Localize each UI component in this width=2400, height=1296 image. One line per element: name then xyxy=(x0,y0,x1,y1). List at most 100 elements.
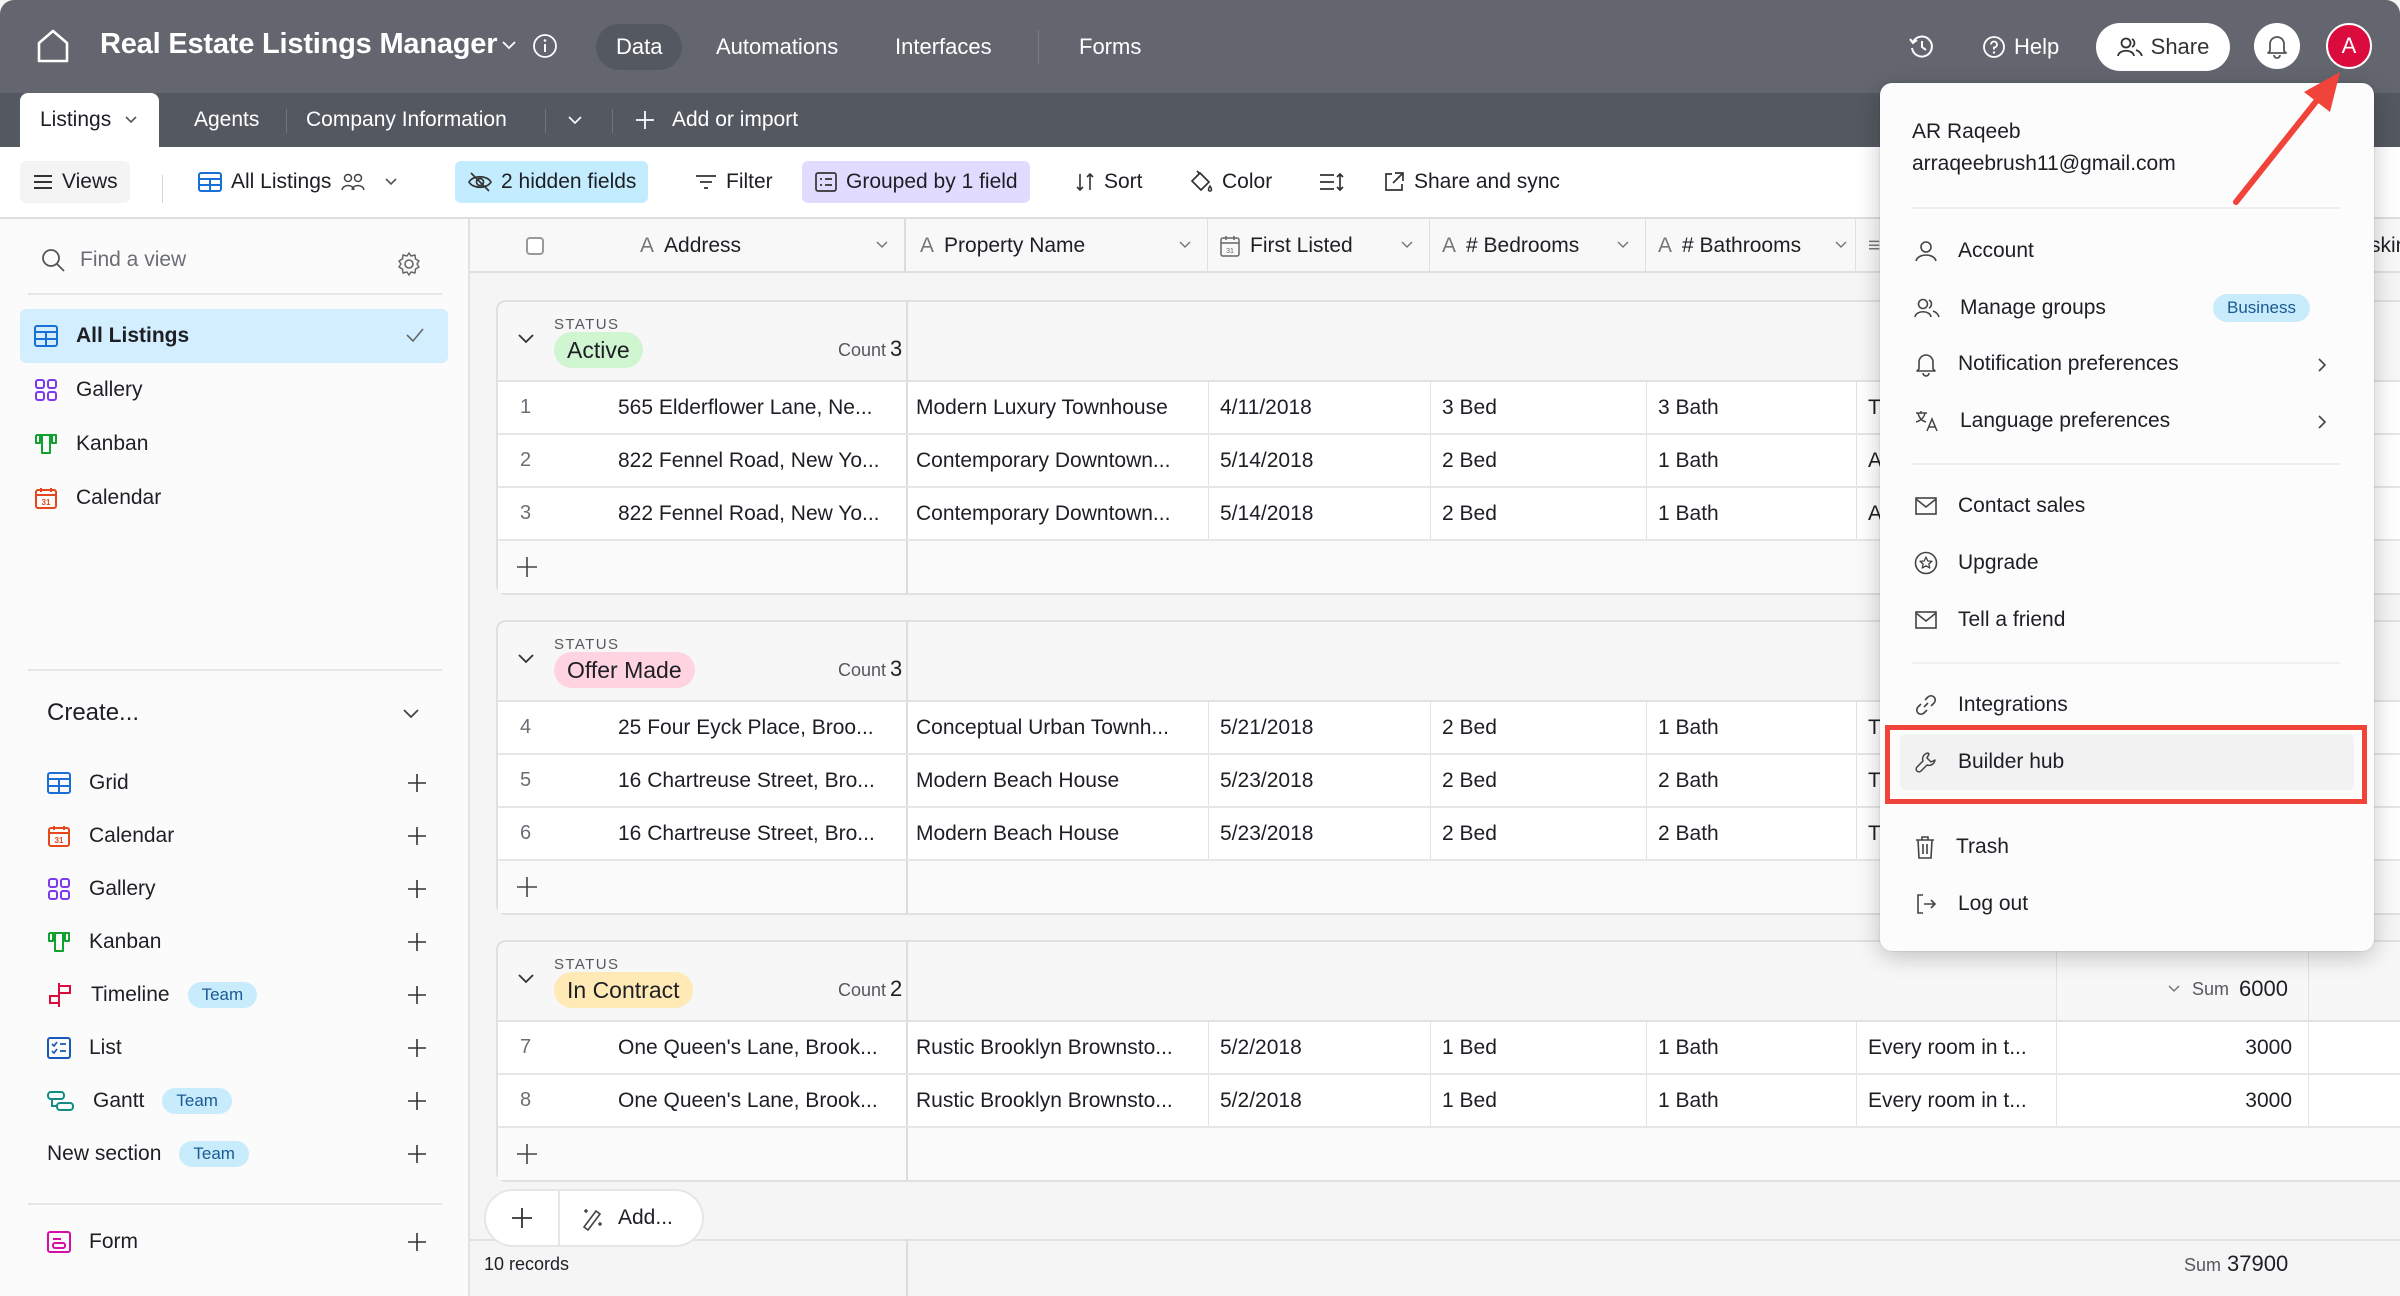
history-icon[interactable] xyxy=(1908,33,1936,61)
chevron-down-icon[interactable] xyxy=(1177,239,1193,251)
cell-bedrooms[interactable]: 3 Bed xyxy=(1442,382,1497,433)
hide-fields-button[interactable]: 2 hidden fields xyxy=(455,161,649,203)
sidebar-view-calendar[interactable]: 31 Calendar xyxy=(20,471,448,525)
tab-listings[interactable]: Listings xyxy=(20,93,160,147)
menu-item-trash[interactable]: Trash xyxy=(1900,819,2354,875)
cell-bedrooms[interactable]: 2 Bed xyxy=(1442,435,1497,486)
cell-address[interactable]: 16 Chartreuse Street, Bro... xyxy=(618,755,900,806)
column-header-property-name[interactable]: A Property Name xyxy=(908,219,1208,273)
create-form[interactable]: Form xyxy=(47,1222,427,1262)
select-all-checkbox[interactable] xyxy=(526,237,544,255)
cell-address[interactable]: 822 Fennel Road, New Yo... xyxy=(618,488,900,539)
cell-price[interactable]: 3000 xyxy=(2058,1022,2292,1073)
cell-bedrooms[interactable]: 1 Bed xyxy=(1442,1022,1497,1073)
cell-property-name[interactable]: Contemporary Downtown... xyxy=(916,488,1204,539)
cell-first-listed[interactable]: 5/14/2018 xyxy=(1220,435,1313,486)
info-icon[interactable] xyxy=(532,33,558,59)
add-or-import-button[interactable]: Add or import xyxy=(634,93,798,147)
help-button[interactable]: Help xyxy=(1982,30,2059,64)
create-new-section[interactable]: New section Team xyxy=(47,1134,427,1174)
cell-bathrooms[interactable]: 2 Bath xyxy=(1658,808,1719,859)
menu-item-log-out[interactable]: Log out xyxy=(1900,876,2354,932)
cell-first-listed[interactable]: 5/14/2018 xyxy=(1220,488,1313,539)
cell-property-name[interactable]: Rustic Brooklyn Brownsto... xyxy=(916,1075,1204,1126)
menu-item-contact-sales[interactable]: Contact sales xyxy=(1900,478,2354,534)
table-row[interactable]: 8 One Queen's Lane, Brook... Rustic Broo… xyxy=(498,1075,2400,1128)
collapse-group-icon[interactable] xyxy=(516,652,536,666)
cell-bathrooms[interactable]: 1 Bath xyxy=(1658,488,1719,539)
column-header-partial[interactable]: skin xyxy=(2370,219,2400,273)
find-view-input[interactable]: Find a view xyxy=(40,247,186,273)
color-button[interactable]: Color xyxy=(1176,161,1284,203)
cell-description[interactable]: T xyxy=(1868,382,1881,433)
filter-button[interactable]: Filter xyxy=(682,161,785,203)
cell-price[interactable]: 3000 xyxy=(2058,1075,2292,1126)
cell-address[interactable]: One Queen's Lane, Brook... xyxy=(618,1075,900,1126)
cell-bedrooms[interactable]: 2 Bed xyxy=(1442,755,1497,806)
add-with-ai-button[interactable]: Add... xyxy=(560,1205,673,1231)
home-icon[interactable] xyxy=(34,27,72,65)
cell-first-listed[interactable]: 5/23/2018 xyxy=(1220,808,1313,859)
menu-item-account[interactable]: Account xyxy=(1900,223,2354,279)
cell-description[interactable]: T xyxy=(1868,702,1881,753)
sidebar-view-all-listings[interactable]: All Listings xyxy=(20,309,448,363)
chevron-down-icon[interactable] xyxy=(1615,239,1631,251)
create-kanban[interactable]: Kanban xyxy=(47,922,427,962)
cell-bathrooms[interactable]: 1 Bath xyxy=(1658,1022,1719,1073)
add-record-row[interactable] xyxy=(498,1128,2400,1180)
cell-bathrooms[interactable]: 3 Bath xyxy=(1658,382,1719,433)
cell-description[interactable]: T xyxy=(1868,808,1881,859)
cell-description[interactable]: Every room in t... xyxy=(1868,1075,2048,1126)
group-button[interactable]: Grouped by 1 field xyxy=(802,161,1030,203)
table-row[interactable]: 7 One Queen's Lane, Brook... Rustic Broo… xyxy=(498,1022,2400,1075)
chevron-down-icon[interactable] xyxy=(1399,239,1415,251)
collapse-group-icon[interactable] xyxy=(516,332,536,346)
cell-description[interactable]: Every room in t... xyxy=(1868,1022,2048,1073)
cell-property-name[interactable]: Conceptual Urban Townh... xyxy=(916,702,1204,753)
cell-first-listed[interactable]: 5/2/2018 xyxy=(1220,1022,1302,1073)
create-gantt[interactable]: Gantt Team xyxy=(47,1081,427,1121)
cell-first-listed[interactable]: 5/21/2018 xyxy=(1220,702,1313,753)
column-header-bathrooms[interactable]: A # Bathrooms xyxy=(1646,219,1856,273)
sidebar-view-kanban[interactable]: Kanban xyxy=(20,417,448,471)
create-gallery[interactable]: Gallery xyxy=(47,869,427,909)
sidebar-view-gallery[interactable]: Gallery xyxy=(20,363,448,417)
share-button[interactable]: Share xyxy=(2096,23,2230,71)
menu-item-upgrade[interactable]: Upgrade xyxy=(1900,535,2354,591)
tab-company-information[interactable]: Company Information xyxy=(306,93,507,147)
tab-agents[interactable]: Agents xyxy=(194,93,259,147)
cell-property-name[interactable]: Modern Beach House xyxy=(916,755,1204,806)
cell-bathrooms[interactable]: 1 Bath xyxy=(1658,1075,1719,1126)
cell-bedrooms[interactable]: 2 Bed xyxy=(1442,702,1497,753)
column-header-bedrooms[interactable]: A # Bedrooms xyxy=(1430,219,1646,273)
cell-address[interactable]: 565 Elderflower Lane, Ne... xyxy=(618,382,900,433)
group-sum[interactable]: Sum 6000 xyxy=(2166,976,2288,1002)
menu-item-manage-groups[interactable]: Manage groups Business xyxy=(1900,280,2354,336)
cell-address[interactable]: 822 Fennel Road, New Yo... xyxy=(618,435,900,486)
cell-property-name[interactable]: Modern Luxury Townhouse xyxy=(916,382,1204,433)
cell-first-listed[interactable]: 5/2/2018 xyxy=(1220,1075,1302,1126)
menu-item-language-preferences[interactable]: Language preferences xyxy=(1900,393,2354,449)
cell-property-name[interactable]: Rustic Brooklyn Brownsto... xyxy=(916,1022,1204,1073)
chevron-down-icon[interactable] xyxy=(1833,239,1849,251)
cell-address[interactable]: 25 Four Eyck Place, Broo... xyxy=(618,702,900,753)
base-title[interactable]: Real Estate Listings Manager xyxy=(100,28,498,61)
sort-button[interactable]: Sort xyxy=(1062,161,1155,203)
cell-bedrooms[interactable]: 2 Bed xyxy=(1442,808,1497,859)
cell-bathrooms[interactable]: 1 Bath xyxy=(1658,435,1719,486)
cell-bedrooms[interactable]: 2 Bed xyxy=(1442,488,1497,539)
column-header-first-listed[interactable]: 31 First Listed xyxy=(1208,219,1430,273)
cell-bathrooms[interactable]: 1 Bath xyxy=(1658,702,1719,753)
chevron-down-icon[interactable] xyxy=(401,707,421,721)
cell-description[interactable]: T xyxy=(1868,755,1881,806)
row-height-button[interactable] xyxy=(1306,161,1358,203)
menu-item-notification-preferences[interactable]: Notification preferences xyxy=(1900,336,2354,392)
nav-interfaces[interactable]: Interfaces xyxy=(875,24,1012,70)
cell-first-listed[interactable]: 5/23/2018 xyxy=(1220,755,1313,806)
cell-property-name[interactable]: Modern Beach House xyxy=(916,808,1204,859)
gear-icon[interactable] xyxy=(396,251,422,277)
nav-data[interactable]: Data xyxy=(596,24,683,70)
views-toggle-button[interactable]: Views xyxy=(20,161,130,203)
collapse-group-icon[interactable] xyxy=(516,972,536,986)
more-tables-button[interactable] xyxy=(566,93,584,147)
